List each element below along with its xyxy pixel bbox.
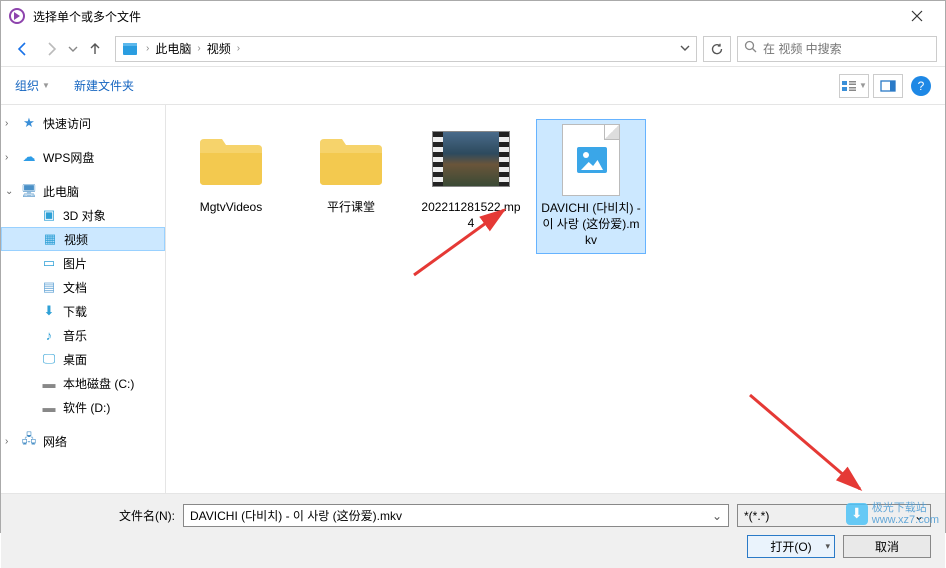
videos-library-icon: [120, 39, 140, 59]
sidebar-documents[interactable]: ▤文档: [1, 275, 165, 299]
navbar: › 此电脑 › 视频 ›: [1, 31, 945, 67]
toolbar: 组织▼ 新建文件夹 ▼ ?: [1, 67, 945, 105]
chevron-down-icon: ▼: [859, 81, 867, 90]
drive-icon: ▬: [41, 399, 57, 415]
titlebar: 选择单个或多个文件: [1, 1, 945, 31]
video-file-item[interactable]: 202211281522.mp4: [416, 119, 526, 235]
star-icon: ★: [21, 115, 37, 131]
breadcrumb-dropdown[interactable]: [674, 40, 696, 58]
breadcrumb[interactable]: › 此电脑 › 视频 ›: [115, 36, 697, 62]
video-icon: ▦: [42, 231, 58, 247]
filename-label: 文件名(N):: [15, 507, 183, 524]
sidebar-desktop[interactable]: 🖵桌面: [1, 347, 165, 371]
refresh-button[interactable]: [703, 36, 731, 62]
chevron-right-icon[interactable]: ›: [5, 152, 8, 163]
window-title: 选择单个或多个文件: [33, 8, 897, 25]
file-name: MgtvVideos: [200, 199, 262, 215]
body: ›★快速访问 ›☁WPS网盘 ⌄🖥此电脑 ▣3D 对象 ▦视频 ▭图片 ▤文档 …: [1, 105, 945, 493]
sidebar-downloads[interactable]: ⬇下载: [1, 299, 165, 323]
folder-item[interactable]: 平行课堂: [296, 119, 406, 219]
view-mode-button[interactable]: ▼: [839, 74, 869, 98]
recent-dropdown[interactable]: [65, 35, 81, 63]
file-name: 平行课堂: [327, 199, 375, 215]
sidebar: ›★快速访问 ›☁WPS网盘 ⌄🖥此电脑 ▣3D 对象 ▦视频 ▭图片 ▤文档 …: [1, 105, 166, 493]
file-list[interactable]: MgtvVideos 平行课堂 202211281522.mp4 DAVICHI…: [166, 105, 945, 493]
sidebar-soft-d[interactable]: ▬软件 (D:): [1, 395, 165, 419]
chevron-right-icon[interactable]: ›: [195, 43, 202, 54]
split-dropdown-icon[interactable]: ▾: [825, 541, 830, 552]
download-icon: ⬇: [41, 303, 57, 319]
filename-value: DAVICHI (다비치) - 이 사랑 (这份爱).mkv: [190, 507, 712, 524]
file-name: DAVICHI (다비치) - 이 사랑 (这份爱).mkv: [541, 200, 641, 249]
sidebar-3d-objects[interactable]: ▣3D 对象: [1, 203, 165, 227]
organize-menu[interactable]: 组织▼: [15, 77, 50, 94]
cancel-button[interactable]: 取消: [843, 535, 931, 558]
chevron-down-icon: ▼: [42, 81, 50, 90]
sidebar-wps[interactable]: ›☁WPS网盘: [1, 145, 165, 169]
cube-icon: ▣: [41, 207, 57, 223]
chevron-right-icon[interactable]: ›: [5, 436, 8, 447]
breadcrumb-this-pc[interactable]: 此电脑: [151, 40, 195, 57]
help-button[interactable]: ?: [911, 76, 931, 96]
sidebar-network[interactable]: ›🖧网络: [1, 429, 165, 453]
file-name: 202211281522.mp4: [420, 199, 522, 231]
new-folder-button[interactable]: 新建文件夹: [74, 77, 134, 94]
sidebar-this-pc[interactable]: ⌄🖥此电脑: [1, 179, 165, 203]
pc-icon: 🖥: [21, 183, 37, 199]
drive-icon: ▬: [41, 375, 57, 391]
sidebar-music[interactable]: ♪音乐: [1, 323, 165, 347]
back-button[interactable]: [9, 35, 37, 63]
cloud-icon: ☁: [21, 149, 37, 165]
folder-item[interactable]: MgtvVideos: [176, 119, 286, 219]
app-icon: [9, 8, 25, 24]
video-thumbnail-icon: [432, 131, 510, 187]
document-icon: ▤: [41, 279, 57, 295]
music-icon: ♪: [41, 327, 57, 343]
chevron-down-icon[interactable]: ⌄: [712, 509, 722, 523]
sidebar-pictures[interactable]: ▭图片: [1, 251, 165, 275]
chevron-down-icon[interactable]: ⌄: [5, 186, 13, 197]
folder-icon: [316, 129, 386, 189]
search-box[interactable]: [737, 36, 937, 62]
up-button[interactable]: [81, 35, 109, 63]
search-icon: [744, 40, 757, 58]
chevron-right-icon[interactable]: ›: [235, 43, 242, 54]
folder-icon: [196, 129, 266, 189]
breadcrumb-videos[interactable]: 视频: [203, 40, 235, 57]
media-file-icon: [562, 124, 620, 196]
search-input[interactable]: [763, 42, 930, 56]
network-icon: 🖧: [21, 433, 37, 449]
picture-icon: ▭: [41, 255, 57, 271]
video-file-item-selected[interactable]: DAVICHI (다비치) - 이 사랑 (这份爱).mkv: [536, 119, 646, 254]
desktop-icon: 🖵: [41, 351, 57, 367]
preview-pane-button[interactable]: [873, 74, 903, 98]
filter-value: *(*.*): [744, 509, 914, 523]
sidebar-quick-access[interactable]: ›★快速访问: [1, 111, 165, 135]
close-icon: [911, 10, 923, 22]
filter-combo[interactable]: *(*.*) ⌄: [737, 504, 931, 527]
filename-combo[interactable]: DAVICHI (다비치) - 이 사랑 (这份爱).mkv ⌄: [183, 504, 729, 527]
chevron-down-icon[interactable]: ⌄: [914, 509, 924, 523]
close-button[interactable]: [897, 2, 937, 30]
forward-button[interactable]: [37, 35, 65, 63]
bottom-panel: 文件名(N): DAVICHI (다비치) - 이 사랑 (这份爱).mkv ⌄…: [1, 493, 945, 568]
chevron-right-icon[interactable]: ›: [5, 118, 8, 129]
sidebar-local-disk-c[interactable]: ▬本地磁盘 (C:): [1, 371, 165, 395]
open-button[interactable]: 打开(O)▾: [747, 535, 835, 558]
chevron-right-icon[interactable]: ›: [144, 43, 151, 54]
sidebar-videos[interactable]: ▦视频: [1, 227, 165, 251]
